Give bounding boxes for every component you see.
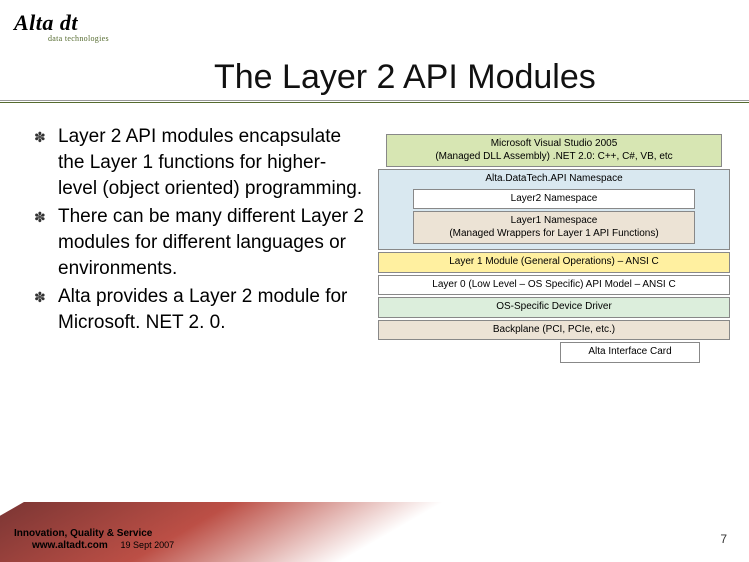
architecture-diagram: Microsoft Visual Studio 2005 (Managed DL… [378, 134, 730, 365]
bullet-text: Layer 2 API modules encapsulate the Laye… [58, 124, 364, 202]
footer-tagline: Innovation, Quality & Service [14, 528, 152, 539]
bullet-list: ✽ Layer 2 API modules encapsulate the La… [34, 124, 364, 338]
footer: Innovation, Quality & Service www.altadt… [14, 528, 174, 552]
diagram-backplane: Backplane (PCI, PCIe, etc.) [378, 320, 730, 341]
footer-date: 19 Sept 2007 [121, 540, 175, 550]
diagram-interface-card: Alta Interface Card [560, 342, 700, 363]
diagram-driver: OS-Specific Device Driver [378, 297, 730, 318]
bullet-marker: ✽ [34, 124, 58, 202]
slide-title: The Layer 2 API Modules [214, 58, 596, 97]
logo-sub-text: data technologies [48, 34, 109, 43]
diagram-vs-line2: (Managed DLL Assembly) .NET 2.0: C++, C#… [391, 151, 717, 164]
bullet-marker: ✽ [34, 284, 58, 336]
page-number: 7 [720, 532, 727, 546]
title-underline [0, 100, 749, 103]
diagram-layer1-module: Layer 1 Module (General Operations) – AN… [378, 252, 730, 273]
diagram-ns-label: Alta.DataTech.API Namespace [383, 173, 725, 186]
diagram-namespace-box: Alta.DataTech.API Namespace Layer2 Names… [378, 169, 730, 250]
diagram-l1ns-line1: Layer1 Namespace [418, 215, 690, 228]
diagram-vs-box: Microsoft Visual Studio 2005 (Managed DL… [386, 134, 722, 167]
diagram-layer2-ns: Layer2 Namespace [413, 189, 695, 210]
footer-url: www.altadt.com [32, 540, 108, 551]
bullet-text: Alta provides a Layer 2 module for Micro… [58, 284, 364, 336]
diagram-layer0: Layer 0 (Low Level – OS Specific) API Mo… [378, 275, 730, 296]
logo-main-text: Alta dt [14, 10, 109, 36]
diagram-l1ns-line2: (Managed Wrappers for Layer 1 API Functi… [418, 228, 690, 241]
bullet-text: There can be many different Layer 2 modu… [58, 204, 364, 282]
logo: Alta dt data technologies [14, 10, 109, 43]
bullet-item: ✽ Layer 2 API modules encapsulate the La… [34, 124, 364, 202]
diagram-layer1-ns: Layer1 Namespace (Managed Wrappers for L… [413, 211, 695, 244]
bullet-item: ✽ There can be many different Layer 2 mo… [34, 204, 364, 282]
diagram-vs-line1: Microsoft Visual Studio 2005 [391, 138, 717, 151]
bullet-item: ✽ Alta provides a Layer 2 module for Mic… [34, 284, 364, 336]
bullet-marker: ✽ [34, 204, 58, 282]
